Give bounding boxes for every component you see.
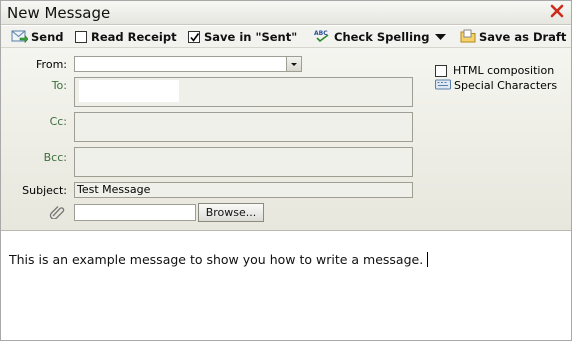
send-button[interactable]: Send — [11, 28, 64, 46]
from-select[interactable] — [74, 56, 302, 72]
compose-options: HTML composition Special Characters — [435, 64, 557, 93]
html-composition-checkbox[interactable] — [435, 64, 447, 77]
read-receipt-label: Read Receipt — [91, 30, 177, 44]
save-in-sent-toggle[interactable]: Save in "Sent" — [188, 28, 297, 46]
check-spelling-button[interactable]: ABC Check Spelling — [314, 28, 447, 46]
from-label: From: — [36, 58, 67, 71]
bcc-field[interactable] — [74, 147, 413, 177]
save-in-sent-checkbox[interactable] — [188, 31, 200, 43]
close-icon[interactable] — [549, 3, 565, 19]
read-receipt-toggle[interactable]: Read Receipt — [75, 28, 177, 46]
save-as-draft-label: Save as Draft — [479, 30, 567, 44]
chevron-down-icon — [291, 63, 297, 66]
toolbar: Send Read Receipt Save in "Sent" ABC Che… — [1, 26, 571, 48]
title-bar: New Message — [1, 1, 571, 25]
from-dropdown-button[interactable] — [286, 57, 301, 71]
subject-value: Test Message — [77, 183, 151, 196]
draft-folder-icon — [460, 29, 476, 46]
paperclip-icon — [49, 205, 65, 222]
special-characters-label: Special Characters — [454, 79, 558, 92]
to-label: To: — [51, 79, 67, 92]
cc-field[interactable] — [74, 112, 413, 142]
attachment-input[interactable] — [74, 204, 196, 221]
keyboard-icon — [435, 78, 451, 93]
send-label: Send — [31, 30, 64, 44]
subject-field[interactable]: Test Message — [74, 182, 413, 198]
message-body-content: This is an example message to show you h… — [9, 252, 424, 267]
cc-label: Cc: — [49, 115, 67, 128]
subject-label: Subject: — [22, 184, 67, 197]
dropdown-arrow-icon[interactable] — [435, 30, 447, 44]
send-icon — [11, 29, 29, 46]
new-message-window: New Message Send Read Receipt Save in "S… — [0, 0, 572, 341]
message-header-form: From: To: Cc: Bcc: Subject: Test Message… — [1, 48, 571, 231]
message-body-text: This is an example message to show you h… — [9, 252, 429, 267]
html-composition-label: HTML composition — [453, 64, 555, 77]
save-in-sent-label: Save in "Sent" — [204, 30, 298, 44]
to-recipient-entry[interactable] — [79, 80, 179, 102]
window-title: New Message — [7, 4, 111, 22]
browse-button[interactable]: Browse... — [198, 203, 264, 222]
save-as-draft-button[interactable]: Save as Draft — [460, 28, 566, 46]
read-receipt-checkbox[interactable] — [75, 31, 87, 43]
message-body-editor[interactable]: This is an example message to show you h… — [1, 232, 571, 340]
bcc-label: Bcc: — [43, 151, 67, 164]
spellcheck-icon: ABC — [314, 29, 331, 46]
to-field[interactable] — [74, 77, 413, 107]
check-spelling-label: Check Spelling — [334, 30, 430, 44]
text-caret — [427, 252, 429, 267]
html-composition-toggle[interactable]: HTML composition — [435, 64, 557, 77]
special-characters-link[interactable]: Special Characters — [435, 78, 557, 93]
